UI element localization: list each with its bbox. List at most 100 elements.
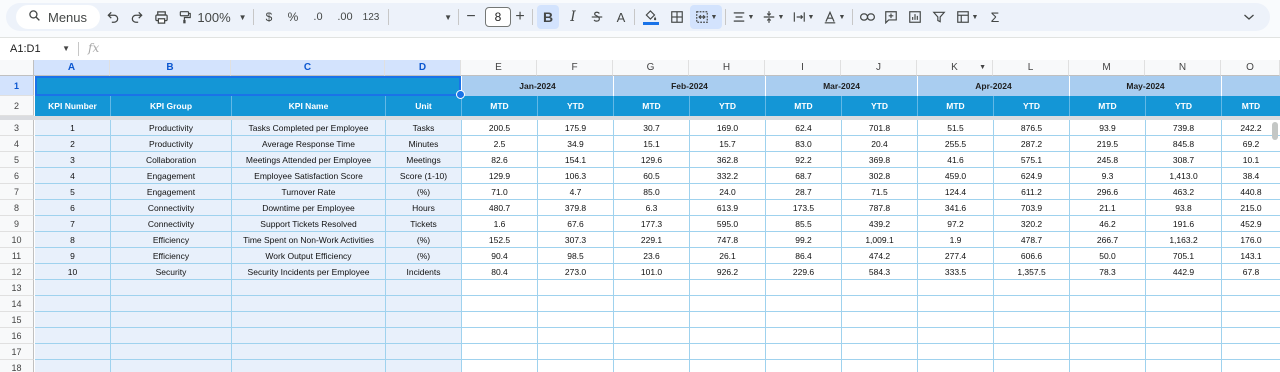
table-cell[interactable]: 266.7 <box>1070 232 1146 248</box>
column-title[interactable]: MTD <box>1070 96 1146 116</box>
table-cell[interactable]: 83.0 <box>766 136 842 152</box>
table-cell[interactable]: 703.9 <box>994 200 1070 216</box>
table-cell[interactable]: Security Incidents per Employee <box>232 264 386 280</box>
table-cell[interactable]: 1,357.5 <box>994 264 1070 280</box>
table-cell[interactable]: 478.7 <box>994 232 1070 248</box>
row-header-2[interactable]: 2 <box>0 96 34 116</box>
empty-cell[interactable] <box>35 360 111 372</box>
row-header-1[interactable]: 1 <box>0 76 34 96</box>
table-cell[interactable]: 86.4 <box>766 248 842 264</box>
empty-cell[interactable] <box>1070 328 1146 344</box>
month-header[interactable]: Apr-2024 <box>918 76 1070 96</box>
table-cell[interactable]: 459.0 <box>918 168 994 184</box>
table-cell[interactable]: Hours <box>386 200 462 216</box>
empty-cell[interactable] <box>690 360 766 372</box>
table-cell[interactable]: 332.2 <box>690 168 766 184</box>
vertical-scrollbar[interactable] <box>1272 122 1278 140</box>
column-title[interactable]: YTD <box>994 96 1070 116</box>
empty-cell[interactable] <box>994 312 1070 328</box>
empty-cell[interactable] <box>690 344 766 360</box>
table-cell[interactable]: 92.2 <box>766 152 842 168</box>
empty-cell[interactable] <box>766 280 842 296</box>
row-header-3[interactable]: 3 <box>0 120 34 136</box>
fill-color-icon[interactable] <box>638 3 664 31</box>
row-header-9[interactable]: 9 <box>0 216 34 232</box>
table-cell[interactable]: 5 <box>35 184 111 200</box>
column-title[interactable]: MTD <box>1222 96 1280 116</box>
merge-cells-button[interactable]: ▼ <box>690 5 722 29</box>
empty-cell[interactable] <box>842 328 918 344</box>
empty-cell[interactable] <box>614 280 690 296</box>
empty-cell[interactable] <box>1222 328 1280 344</box>
table-cell[interactable]: Tickets <box>386 216 462 232</box>
column-title[interactable]: MTD <box>462 96 538 116</box>
table-cell[interactable]: Downtime per Employee <box>232 200 386 216</box>
text-wrap-icon[interactable]: ▼ <box>789 3 817 31</box>
empty-cell[interactable] <box>766 344 842 360</box>
borders-icon[interactable] <box>666 3 688 31</box>
empty-cell[interactable] <box>232 360 386 372</box>
column-title[interactable]: MTD <box>614 96 690 116</box>
empty-cell[interactable] <box>232 280 386 296</box>
column-title[interactable]: KPI Number <box>35 96 111 116</box>
column-title[interactable]: MTD <box>766 96 842 116</box>
column-title[interactable]: MTD <box>918 96 994 116</box>
horizontal-align-icon[interactable]: ▼ <box>729 3 757 31</box>
empty-cell[interactable] <box>1222 312 1280 328</box>
column-header-h[interactable]: H <box>689 60 765 76</box>
column-header-k[interactable]: K ▼ <box>917 60 993 76</box>
table-cell[interactable]: 129.9 <box>462 168 538 184</box>
column-title[interactable]: YTD <box>690 96 766 116</box>
table-cell[interactable]: 287.2 <box>994 136 1070 152</box>
empty-cell[interactable] <box>1146 296 1222 312</box>
empty-cell[interactable] <box>994 280 1070 296</box>
row-header-12[interactable]: 12 <box>0 264 34 280</box>
table-cell[interactable]: 255.5 <box>918 136 994 152</box>
table-cell[interactable]: 307.3 <box>538 232 614 248</box>
table-cell[interactable]: 876.5 <box>994 120 1070 136</box>
table-cell[interactable]: 463.2 <box>1146 184 1222 200</box>
table-cell[interactable]: 176.0 <box>1222 232 1280 248</box>
empty-cell[interactable] <box>386 328 462 344</box>
table-cell[interactable]: 90.4 <box>462 248 538 264</box>
table-cell[interactable]: 85.0 <box>614 184 690 200</box>
table-cell[interactable]: 575.1 <box>994 152 1070 168</box>
redo-icon[interactable] <box>126 3 148 31</box>
table-cell[interactable]: 845.8 <box>1146 136 1222 152</box>
row-header-13[interactable]: 13 <box>0 280 34 296</box>
column-header-d[interactable]: D <box>385 60 461 76</box>
table-cell[interactable]: Efficiency <box>111 232 232 248</box>
table-cell[interactable]: 71.0 <box>462 184 538 200</box>
table-cell[interactable]: 21.1 <box>1070 200 1146 216</box>
empty-cell[interactable] <box>1146 280 1222 296</box>
italic-button[interactable]: I <box>562 3 584 31</box>
table-cell[interactable]: 273.0 <box>538 264 614 280</box>
font-select[interactable]: ▼ <box>392 3 452 31</box>
column-header-n[interactable]: N <box>1145 60 1221 76</box>
empty-cell[interactable] <box>842 296 918 312</box>
table-cell[interactable]: 129.6 <box>614 152 690 168</box>
empty-cell[interactable] <box>462 344 538 360</box>
strikethrough-icon[interactable] <box>586 3 608 31</box>
table-cell[interactable]: 67.6 <box>538 216 614 232</box>
table-cell[interactable]: 611.2 <box>994 184 1070 200</box>
table-cell[interactable]: 584.3 <box>842 264 918 280</box>
column-header-f[interactable]: F <box>537 60 613 76</box>
empty-cell[interactable] <box>918 360 994 372</box>
table-cell[interactable]: 1,009.1 <box>842 232 918 248</box>
empty-cell[interactable] <box>918 344 994 360</box>
empty-cell[interactable] <box>918 280 994 296</box>
percent-format-button[interactable]: % <box>282 3 304 31</box>
table-cell[interactable]: (%) <box>386 248 462 264</box>
table-cell[interactable]: 2 <box>35 136 111 152</box>
decrease-decimal-button[interactable]: .0 <box>306 3 330 31</box>
undo-icon[interactable] <box>102 3 124 31</box>
table-cell[interactable]: 442.9 <box>1146 264 1222 280</box>
row-header-17[interactable]: 17 <box>0 344 34 360</box>
table-cell[interactable]: 28.7 <box>766 184 842 200</box>
column-header-l[interactable]: L <box>993 60 1069 76</box>
table-cell[interactable]: 10 <box>35 264 111 280</box>
empty-cell[interactable] <box>232 312 386 328</box>
table-cell[interactable]: 60.5 <box>614 168 690 184</box>
empty-cell[interactable] <box>35 344 111 360</box>
